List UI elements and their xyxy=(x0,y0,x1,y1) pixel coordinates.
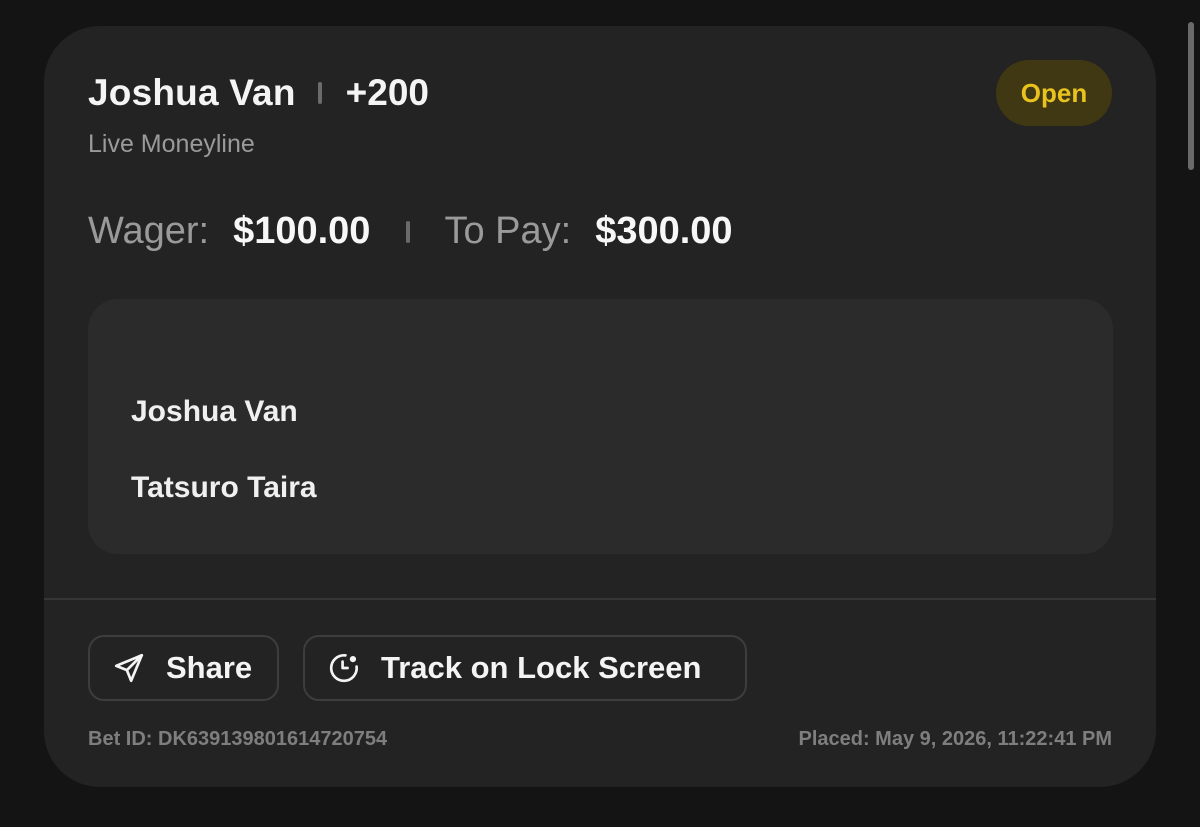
page: Joshua Van +200 Live Moneyline Open Wage… xyxy=(0,0,1200,827)
amounts-row: Wager: $100.00 To Pay: $300.00 xyxy=(88,210,733,253)
share-label: Share xyxy=(166,650,253,685)
scrollbar[interactable] xyxy=(1188,22,1194,170)
competitor-1: Joshua Van xyxy=(131,395,298,428)
card-divider xyxy=(44,598,1156,600)
bet-id: Bet ID: DK639139801614720754 xyxy=(88,728,388,750)
send-icon xyxy=(112,651,146,685)
bet-header: Joshua Van +200 xyxy=(88,72,429,114)
amounts-divider xyxy=(406,220,411,243)
actions-row: Share Track on Lock Screen xyxy=(88,635,771,701)
track-label: Track on Lock Screen xyxy=(381,650,702,685)
selection-name: Joshua Van xyxy=(88,72,296,113)
share-button[interactable]: Share xyxy=(88,635,279,701)
track-lock-screen-button[interactable]: Track on Lock Screen xyxy=(303,635,747,701)
status-badge: Open xyxy=(996,60,1112,126)
to-pay-value: $300.00 xyxy=(595,210,733,252)
competitor-2: Tatsuro Taira xyxy=(131,471,317,504)
placed-timestamp: Placed: May 9, 2026, 11:22:41 PM xyxy=(798,728,1112,750)
header-divider xyxy=(317,82,322,104)
market-type: Live Moneyline xyxy=(88,130,255,158)
wager-value: $100.00 xyxy=(233,210,371,252)
to-pay-label: To Pay: xyxy=(444,210,572,252)
bet-card: Joshua Van +200 Live Moneyline Open Wage… xyxy=(44,26,1156,787)
odds-value: +200 xyxy=(345,72,429,113)
clock-icon xyxy=(327,651,361,685)
matchup-panel: Joshua Van Tatsuro Taira xyxy=(88,299,1113,554)
wager-label: Wager: xyxy=(88,210,210,252)
